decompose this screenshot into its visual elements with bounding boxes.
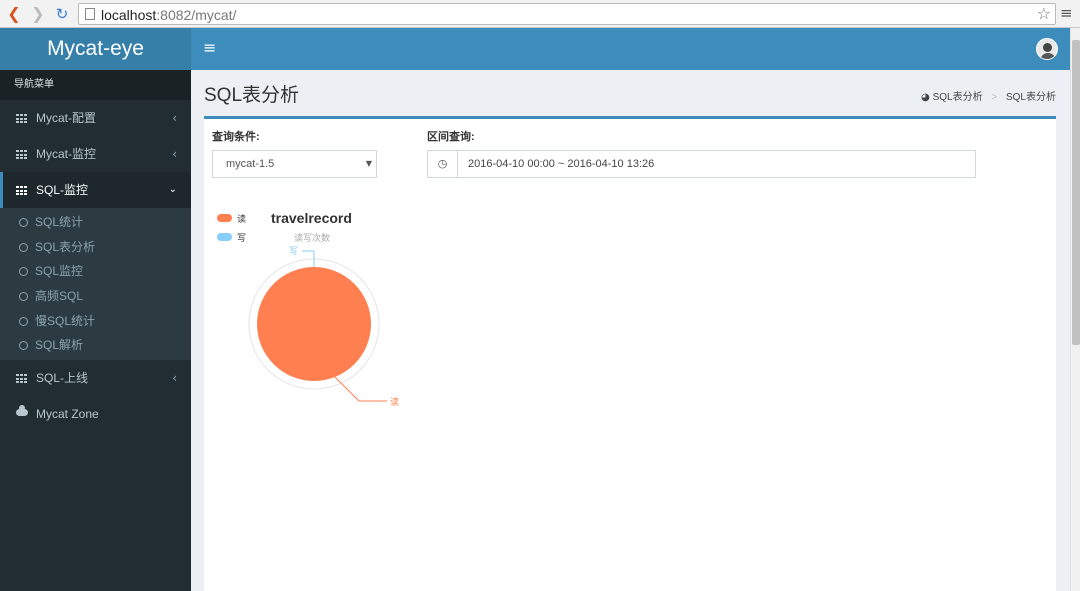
submenu-item-label: SQL解析 bbox=[35, 338, 84, 353]
grid-icon bbox=[16, 150, 27, 159]
chevron-left-icon: ‹ bbox=[172, 371, 177, 386]
page-title: SQL表分析 bbox=[204, 85, 300, 106]
sidebar-item-mycat-monitor[interactable]: Mycat-监控 ‹ bbox=[0, 136, 191, 172]
app-logo[interactable]: Mycat-eye bbox=[0, 28, 191, 70]
query-condition-label: 查询条件: bbox=[212, 131, 260, 143]
grid-icon bbox=[16, 114, 27, 123]
sidebar-item-label: Mycat-配置 bbox=[36, 111, 97, 125]
clock-icon: ◷ bbox=[428, 151, 458, 177]
legend-label: 写 bbox=[237, 233, 247, 243]
sidebar-toggle-icon[interactable]: ≡ bbox=[203, 38, 216, 57]
forward-arrow-icon[interactable]: ❯ bbox=[28, 4, 48, 24]
url-path: :8082/mycat/ bbox=[156, 7, 237, 23]
analysis-panel: 查询条件: mycat-1.5 ▼ 区间查询: ◷ 2016-04-10 00:… bbox=[204, 116, 1056, 591]
select-value: mycat-1.5 bbox=[226, 158, 275, 170]
address-bar[interactable]: localhost:8082/mycat/ ☆ bbox=[78, 3, 1056, 25]
browser-menu-icon[interactable]: ≡ bbox=[1060, 4, 1073, 22]
sidebar: 导航菜单 Mycat-配置 ‹ Mycat-监控 ‹ SQL-监控 ⌄ SQL统… bbox=[0, 70, 191, 591]
submenu-item-label: SQL监控 bbox=[35, 264, 84, 279]
top-navbar: ≡ bbox=[191, 28, 1070, 70]
sidebar-item-label: SQL-监控 bbox=[36, 183, 89, 197]
sidebar-item-mycat-zone[interactable]: Mycat Zone bbox=[0, 396, 191, 432]
breadcrumb-separator: > bbox=[991, 92, 998, 103]
submenu-item-label: SQL统计 bbox=[35, 215, 84, 229]
legend-label: 读 bbox=[237, 214, 247, 224]
submenu-item-label: 慢SQL统计 bbox=[35, 313, 96, 328]
dashboard-icon: ◕ bbox=[921, 92, 930, 103]
submenu-item-label: SQL表分析 bbox=[35, 239, 96, 254]
pie-slice-label: 读 bbox=[390, 396, 399, 407]
user-avatar[interactable] bbox=[1036, 38, 1058, 60]
sidebar-item-label: Mycat-监控 bbox=[36, 147, 97, 161]
chart-title: travelrecord bbox=[271, 210, 352, 226]
chevron-left-icon: ‹ bbox=[172, 147, 177, 161]
chevron-down-icon: ⌄ bbox=[168, 184, 177, 195]
caret-down-icon: ▼ bbox=[365, 159, 372, 168]
circle-icon bbox=[19, 341, 28, 351]
url-text[interactable]: localhost:8082/mycat/ bbox=[101, 7, 236, 23]
range-query-label: 区间查询: bbox=[427, 131, 475, 143]
grid-icon bbox=[16, 374, 27, 384]
circle-icon bbox=[19, 242, 28, 252]
scrollbar-thumb[interactable] bbox=[1072, 40, 1080, 345]
submenu-item-label: 高频SQL bbox=[35, 289, 84, 304]
legend-swatch bbox=[217, 214, 232, 222]
circle-icon bbox=[19, 292, 28, 302]
circle-icon bbox=[19, 218, 28, 227]
circle-icon bbox=[19, 316, 28, 326]
pie-slice[interactable] bbox=[257, 267, 371, 381]
circle-icon bbox=[19, 267, 28, 277]
submenu-item-sql-table-analysis[interactable]: SQL表分析 bbox=[0, 235, 191, 260]
browser-toolbar: ❮ ❯ ↻ localhost:8082/mycat/ ☆ ≡ bbox=[0, 0, 1080, 28]
sidebar-item-mycat-config[interactable]: Mycat-配置 ‹ bbox=[0, 100, 191, 136]
url-host: localhost bbox=[101, 7, 157, 23]
chevron-left-icon: ‹ bbox=[172, 111, 177, 125]
breadcrumb-item[interactable]: SQL表分析 bbox=[933, 92, 983, 103]
submenu-item-sql-parse[interactable]: SQL解析 bbox=[0, 333, 191, 358]
main-content: SQL表分析 ◕ SQL表分析 > SQL表分析 查询条件: mycat-1.5… bbox=[191, 70, 1070, 591]
sidebar-item-sql-online[interactable]: SQL-上线 ‹ bbox=[0, 360, 191, 396]
sidebar-item-label: SQL-上线 bbox=[36, 371, 89, 386]
sidebar-item-sql-monitor[interactable]: SQL-监控 ⌄ bbox=[0, 172, 191, 208]
sidebar-header: 导航菜单 bbox=[0, 70, 191, 100]
query-condition-select[interactable]: mycat-1.5 ▼ bbox=[212, 150, 377, 178]
breadcrumb: ◕ SQL表分析 > SQL表分析 bbox=[921, 88, 1056, 103]
grid-icon bbox=[16, 186, 27, 195]
sidebar-item-label: Mycat Zone bbox=[36, 407, 99, 422]
sql-monitor-submenu: SQL统计 SQL表分析 SQL监控 高频SQL 慢SQL统计 SQL解析 bbox=[0, 208, 191, 361]
submenu-item-slow-sql[interactable]: 慢SQL统计 bbox=[0, 309, 191, 334]
submenu-item-sql-monitor[interactable]: SQL监控 bbox=[0, 259, 191, 284]
reload-icon[interactable]: ↻ bbox=[52, 4, 72, 24]
page-scrollbar[interactable] bbox=[1070, 28, 1080, 591]
breadcrumb-item-current: SQL表分析 bbox=[1005, 92, 1056, 103]
submenu-item-frequent-sql[interactable]: 高频SQL bbox=[0, 284, 191, 309]
submenu-item-sql-stats[interactable]: SQL统计 bbox=[0, 210, 191, 235]
legend-swatch bbox=[217, 233, 232, 241]
pie-leader-line bbox=[334, 376, 387, 402]
cloud-icon bbox=[16, 405, 28, 417]
legend-item-read[interactable]: 读 bbox=[217, 213, 246, 232]
pie-chart: 读写 bbox=[248, 246, 399, 407]
date-range-value: 2016-04-10 00:00 ~ 2016-04-10 13:26 bbox=[468, 158, 655, 170]
date-range-input[interactable]: ◷ 2016-04-10 00:00 ~ 2016-04-10 13:26 bbox=[427, 150, 976, 178]
pie-slice-label: 写 bbox=[289, 246, 298, 256]
back-arrow-icon[interactable]: ❮ bbox=[4, 4, 24, 24]
chart-subtitle: 读写次数 bbox=[294, 233, 331, 243]
bookmark-star-icon[interactable]: ☆ bbox=[1037, 4, 1051, 23]
page-icon bbox=[85, 8, 95, 20]
